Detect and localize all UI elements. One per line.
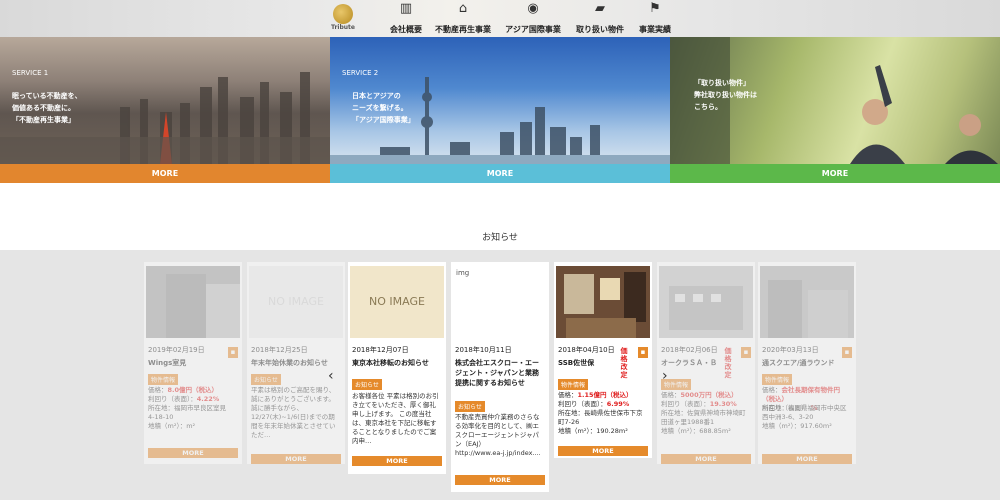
globe-icon: ◉ xyxy=(527,1,539,16)
nav-asia[interactable]: ◉ アジア国際事業 xyxy=(503,2,563,36)
service-panel-1[interactable]: SERVICE 1 眠っている不動産を、 価値ある不動産に。 「不動産再生事業」… xyxy=(0,37,330,183)
property-photo xyxy=(760,266,854,338)
property-icon: ▪ xyxy=(842,347,852,358)
card-tag: お知らせ xyxy=(251,374,281,385)
service-label: SERVICE 2 xyxy=(342,69,379,77)
service-label: SERVICE 1 xyxy=(12,69,49,77)
card-title: SSB佐世保 xyxy=(558,359,595,367)
logo-text: Tribute xyxy=(331,24,355,31)
card-date: 2018年02月06日 xyxy=(661,346,718,354)
service-caption: 眠っている不動産を、 価値ある不動産に。 「不動産再生事業」 xyxy=(12,92,82,124)
house-icon: ⌂ xyxy=(458,1,468,16)
property-photo xyxy=(146,266,240,338)
card-date: 2018年04月10日 xyxy=(558,346,615,354)
card-title: 東京本社移転のお知らせ xyxy=(352,359,429,367)
yield-value: 19.30% xyxy=(709,400,737,408)
more-button[interactable]: MORE xyxy=(455,475,545,485)
tribute-logo[interactable]: Tribute xyxy=(330,4,356,35)
yield-label: 利回り（表面）： xyxy=(148,395,197,403)
nav-label: 不動産再生事業 xyxy=(435,25,491,34)
card-tag: 物件情報 xyxy=(762,374,793,385)
card-date: 2018年12月07日 xyxy=(352,346,409,354)
folder-icon: ▰ xyxy=(595,1,605,16)
card-body: 所在地：長崎県佐世保市下京町7-26 地積（m²）：190.28m² xyxy=(558,409,643,435)
card-title: 株式会社エスクロー・エージェント・ジャパンと業務提携に関するお知らせ xyxy=(455,359,539,387)
price-value: 5000万円（税込） xyxy=(680,391,738,399)
more-button[interactable]: MORE xyxy=(352,456,442,466)
news-card[interactable]: 2018年02月06日 価格改定 ▪ オークラＳＡ・Ｂ 物件情報 価格：5000… xyxy=(657,262,755,464)
more-button[interactable]: MORE xyxy=(670,164,1000,183)
card-body: 平素は格別のご高配を賜り、誠にありがとうございます。誠に勝手ながら、12/27(… xyxy=(251,386,336,439)
more-button[interactable]: MORE xyxy=(251,454,341,464)
card-title: オークラＳＡ・Ｂ xyxy=(661,359,717,367)
service-caption: 「取り扱い物件」 弊社取り扱い物件は こちら。 xyxy=(694,79,757,111)
no-image-placeholder: NO IMAGE xyxy=(249,266,343,338)
nav-label: 会社概要 xyxy=(390,25,422,34)
nav-properties[interactable]: ▰ 取り扱い物件 xyxy=(572,2,628,36)
price-value: 1.15億円（税込） xyxy=(577,391,633,399)
carousel-prev-icon[interactable]: ‹ xyxy=(328,368,334,384)
card-tag: お知らせ xyxy=(455,401,485,412)
nav-label: 取り扱い物件 xyxy=(576,25,624,34)
property-photo xyxy=(556,266,650,338)
nav-label: アジア国際事業 xyxy=(505,25,561,34)
logo-mark-icon xyxy=(333,4,353,24)
yield-label: 利回り（表面）： xyxy=(661,400,710,408)
news-card[interactable]: NO IMAGE 2018年12月07日 東京本社移転のお知らせ お知らせ お客… xyxy=(348,262,446,474)
service-panel-3[interactable]: 「取り扱い物件」 弊社取り扱い物件は こちら。 MORE xyxy=(670,37,1000,183)
more-button[interactable]: MORE xyxy=(0,164,330,183)
news-title: お知らせ xyxy=(482,233,518,243)
card-body: 不動産売買仲介業務のさらなる効率化を目的として、㈱エスクローエージェントジャパン… xyxy=(455,413,541,457)
card-date: 2018年12月25日 xyxy=(251,346,308,354)
property-icon: ▪ xyxy=(638,347,648,358)
news-card[interactable]: 2018年04月10日 価格改定 ▪ SSB佐世保 物件情報 価格：1.15億円… xyxy=(554,262,652,458)
news-card[interactable]: 2019年02月19日 ▪ Wings室見 物件情報 価格：8.0億円（税込）利… xyxy=(144,262,242,464)
more-button[interactable]: MORE xyxy=(330,164,670,183)
building-icon: ▥ xyxy=(399,1,413,16)
more-button[interactable]: MORE xyxy=(661,454,751,464)
card-tag: 物件情報 xyxy=(558,379,589,390)
card-tag: お知らせ xyxy=(352,379,382,390)
property-icon: ▪ xyxy=(228,347,238,358)
price-label: 価格： xyxy=(148,386,168,394)
more-button[interactable]: MORE xyxy=(762,454,852,464)
property-photo xyxy=(659,266,753,338)
more-button[interactable]: MORE xyxy=(148,448,238,458)
service-panel-2[interactable]: SERVICE 2 日本とアジアの ニーズを繋げる。 「アジア国際事業」 MOR… xyxy=(330,37,670,183)
nav-real-estate[interactable]: ⌂ 不動産再生事業 xyxy=(432,2,494,36)
carousel-next-icon[interactable]: › xyxy=(662,368,668,384)
card-date: 2018年10月11日 xyxy=(455,346,512,354)
yield-value: 4.22% xyxy=(196,395,220,403)
price-label: 価格： xyxy=(762,386,782,394)
card-title: Wings室見 xyxy=(148,359,187,367)
card-body: お客様各位 平素は格別のお引き立てをいただき、厚く御礼申し上げます。 この度当社… xyxy=(352,392,439,445)
yield-label: 利回り（表面）： xyxy=(558,400,607,408)
broken-image: img xyxy=(453,266,547,338)
card-date: 2020年03月13日 xyxy=(762,346,819,354)
price-label: 価格： xyxy=(558,391,578,399)
price-value: 8.0億円（税込） xyxy=(167,386,219,394)
yield-value: 6.99% xyxy=(606,400,630,408)
price-label: 価格： xyxy=(661,391,681,399)
map-pin-icon: ⚑ xyxy=(649,1,661,16)
site-header: Tribute ▥ 会社概要 ⌂ 不動産再生事業 ◉ アジア国際事業 ▰ 取り扱… xyxy=(0,0,1000,37)
card-body: 所在地：福岡県福岡市中央区西中洲3-6、3-20 地積（m²）：917.60m² xyxy=(762,404,847,430)
card-tag: 物件情報 xyxy=(148,374,179,385)
card-date: 2019年02月19日 xyxy=(148,346,205,354)
more-button[interactable]: MORE xyxy=(558,446,648,456)
nav-results[interactable]: ⚑ 事業実績 xyxy=(636,2,674,36)
nav-label: 事業実績 xyxy=(639,25,671,34)
no-image-placeholder: NO IMAGE xyxy=(350,266,444,338)
card-body: 所在地：佐賀県神埼市神埼町田道ヶ里1988番1 地積（m²）：688.85m² xyxy=(661,409,746,435)
property-icon: ▪ xyxy=(741,347,751,358)
card-title: 通スクエア/通ラウンド xyxy=(762,359,835,367)
nav-company[interactable]: ▥ 会社概要 xyxy=(386,2,426,36)
news-card[interactable]: img 2018年10月11日 株式会社エスクロー・エージェント・ジャパンと業務… xyxy=(451,262,549,492)
card-title: 年末年始休業のお知らせ xyxy=(251,359,328,367)
card-body: 所在地：福岡市早良区室見 4-18-10 地積（m²）：m² xyxy=(148,404,226,430)
news-card[interactable]: NO IMAGE 2018年12月25日 年末年始休業のお知らせ お知らせ 平素… xyxy=(247,262,345,464)
news-card[interactable]: 2020年03月13日 ▪ 通スクエア/通ラウンド 物件情報 価格：会社長期保有… xyxy=(758,262,856,464)
service-caption: 日本とアジアの ニーズを繋げる。 「アジア国際事業」 xyxy=(352,92,415,124)
